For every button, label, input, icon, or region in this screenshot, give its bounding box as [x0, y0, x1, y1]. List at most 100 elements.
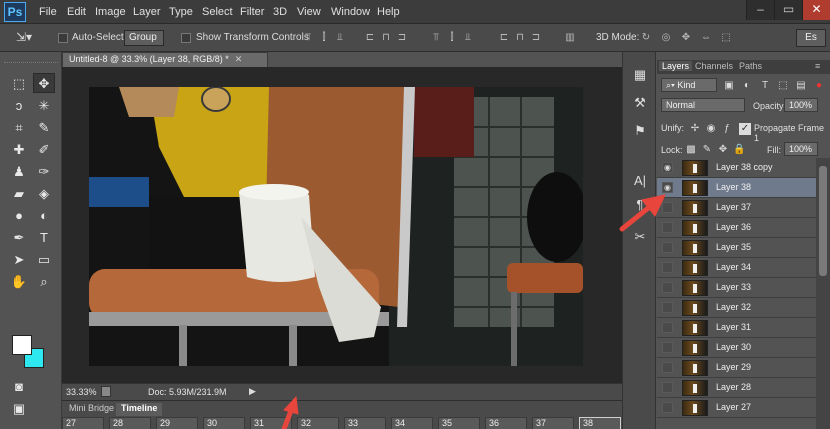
- visibility-eye-icon[interactable]: ◉: [662, 162, 673, 173]
- visibility-eye-icon[interactable]: ◉: [662, 182, 673, 193]
- timeline-frame[interactable]: 34: [391, 417, 433, 429]
- spot-healing-tool-icon[interactable]: ✚: [8, 140, 30, 160]
- eyedropper-tool-icon[interactable]: ✎: [33, 118, 55, 138]
- layer-row[interactable]: Layer 33: [657, 278, 816, 298]
- pen-tool-icon[interactable]: ✒: [8, 228, 30, 248]
- dodge-tool-icon[interactable]: ◐: [33, 206, 55, 226]
- menu-image[interactable]: Image: [95, 6, 126, 18]
- export-icon[interactable]: [101, 386, 111, 397]
- filter-toggle-icon[interactable]: ●: [813, 80, 825, 92]
- quick-mask-icon[interactable]: ◙: [8, 377, 30, 397]
- filter-smart-object-icon[interactable]: ▤: [795, 80, 807, 92]
- lock-pixels-icon[interactable]: ✎: [701, 144, 713, 156]
- timeline-frame[interactable]: 37: [532, 417, 574, 429]
- align-hcenter-icon[interactable]: ⊓: [380, 32, 392, 44]
- layer-row[interactable]: Layer 37: [657, 198, 816, 218]
- visibility-toggle[interactable]: [662, 242, 673, 253]
- distribute-left-icon[interactable]: ⊏: [498, 32, 510, 44]
- show-transform-checkbox[interactable]: [181, 33, 191, 43]
- move-tool-icon[interactable]: ✥: [33, 73, 55, 93]
- timeline-frame[interactable]: 32: [297, 417, 339, 429]
- hand-tool-icon[interactable]: ✋: [8, 272, 30, 292]
- timeline-frame[interactable]: 33: [344, 417, 386, 429]
- zoom-level[interactable]: 33.33%: [66, 387, 97, 397]
- layer-row[interactable]: Layer 36: [657, 218, 816, 238]
- menu-layer[interactable]: Layer: [133, 6, 161, 18]
- unify-position-icon[interactable]: ✢: [689, 123, 701, 135]
- layer-row[interactable]: Layer 34: [657, 258, 816, 278]
- layers-scrollbar[interactable]: [816, 158, 830, 429]
- rectangle-tool-icon[interactable]: ▭: [33, 250, 55, 270]
- tab-mini-bridge[interactable]: Mini Bridge: [64, 403, 119, 416]
- brush-tool-icon[interactable]: ✐: [33, 140, 55, 160]
- timeline-frame-selected[interactable]: 38: [579, 417, 621, 429]
- close-document-icon[interactable]: ✕: [235, 54, 243, 64]
- magic-wand-tool-icon[interactable]: ✳: [33, 96, 55, 116]
- auto-select-checkbox[interactable]: [58, 33, 68, 43]
- distribute-right-icon[interactable]: ⊐: [530, 32, 542, 44]
- 3d-slide-icon[interactable]: ⇔: [700, 32, 712, 44]
- timeline-frame[interactable]: 27: [62, 417, 104, 429]
- visibility-toggle[interactable]: [662, 382, 673, 393]
- menu-file[interactable]: File: [39, 6, 57, 18]
- blur-tool-icon[interactable]: ●: [8, 206, 30, 226]
- workspace-switcher[interactable]: Es: [796, 29, 826, 47]
- lock-transparent-icon[interactable]: ▩: [685, 144, 697, 156]
- visibility-toggle[interactable]: [662, 342, 673, 353]
- layer-row[interactable]: Layer 30: [657, 338, 816, 358]
- 3d-roll-icon[interactable]: ◎: [660, 32, 672, 44]
- align-right-icon[interactable]: ⊐: [396, 32, 408, 44]
- 3d-pan-icon[interactable]: ✥: [680, 32, 692, 44]
- maximize-button[interactable]: ▭: [774, 0, 802, 20]
- crop-tool-icon[interactable]: ⌗: [8, 118, 30, 138]
- canvas-image[interactable]: [89, 87, 583, 366]
- visibility-toggle[interactable]: [662, 402, 673, 413]
- menu-help[interactable]: Help: [377, 6, 400, 18]
- unify-style-icon[interactable]: ƒ: [721, 123, 733, 135]
- marquee-tool-icon[interactable]: ⬚: [8, 74, 30, 94]
- layer-row[interactable]: Layer 35: [657, 238, 816, 258]
- layer-row[interactable]: ◉ Layer 38 copy: [657, 158, 816, 178]
- auto-select-dropdown[interactable]: Group: [124, 30, 164, 46]
- close-button[interactable]: ✕: [802, 0, 830, 20]
- timeline-frame[interactable]: 35: [438, 417, 480, 429]
- filter-kind-dropdown[interactable]: ⌕▾ Kind: [661, 78, 717, 92]
- brush-icon[interactable]: [631, 124, 649, 142]
- foreground-color-swatch-top[interactable]: [12, 335, 32, 355]
- layer-row[interactable]: Layer 28: [657, 378, 816, 398]
- menu-window[interactable]: Window: [331, 6, 370, 18]
- propagate-checkbox[interactable]: ✓: [739, 123, 751, 135]
- tab-timeline[interactable]: Timeline: [116, 403, 163, 416]
- layer-row[interactable]: Layer 31: [657, 318, 816, 338]
- distribute-hcenter-icon[interactable]: ⊓: [514, 32, 526, 44]
- timeline-frame[interactable]: 29: [156, 417, 198, 429]
- tool-presets-icon[interactable]: ✂: [631, 228, 649, 246]
- move-tool-preset-icon[interactable]: ⇲▾: [16, 30, 32, 44]
- menu-filter[interactable]: Filter: [240, 6, 264, 18]
- layer-row[interactable]: Layer 29: [657, 358, 816, 378]
- auto-align-icon[interactable]: ▥: [564, 32, 576, 44]
- unify-visibility-icon[interactable]: ◉: [705, 123, 717, 135]
- distribute-bottom-icon[interactable]: ⫫: [462, 32, 474, 44]
- visibility-toggle[interactable]: [662, 222, 673, 233]
- menu-type[interactable]: Type: [169, 6, 193, 18]
- tab-channels[interactable]: Channels: [695, 61, 733, 71]
- screen-mode-icon[interactable]: ▣: [8, 399, 30, 419]
- lasso-tool-icon[interactable]: ↄ: [8, 96, 30, 116]
- layer-row[interactable]: Layer 32: [657, 298, 816, 318]
- fill-input[interactable]: 100%: [784, 142, 818, 156]
- filter-type-icon[interactable]: T: [759, 80, 771, 92]
- blend-mode-dropdown[interactable]: Normal: [661, 98, 745, 112]
- filter-shape-icon[interactable]: ⬚: [777, 80, 789, 92]
- opacity-input[interactable]: 100%: [784, 98, 818, 112]
- scrollbar-thumb[interactable]: [819, 166, 827, 276]
- menu-3d[interactable]: 3D: [273, 6, 287, 18]
- menu-select[interactable]: Select: [202, 6, 233, 18]
- eraser-tool-icon[interactable]: ▰: [8, 184, 30, 204]
- lock-all-icon[interactable]: 🔒: [733, 144, 745, 156]
- visibility-toggle[interactable]: [662, 322, 673, 333]
- lock-position-icon[interactable]: ✥: [717, 144, 729, 156]
- 3d-scale-icon[interactable]: ⬚: [720, 32, 732, 44]
- toolbar-grip[interactable]: [4, 62, 58, 66]
- tab-paths[interactable]: Paths: [739, 61, 762, 71]
